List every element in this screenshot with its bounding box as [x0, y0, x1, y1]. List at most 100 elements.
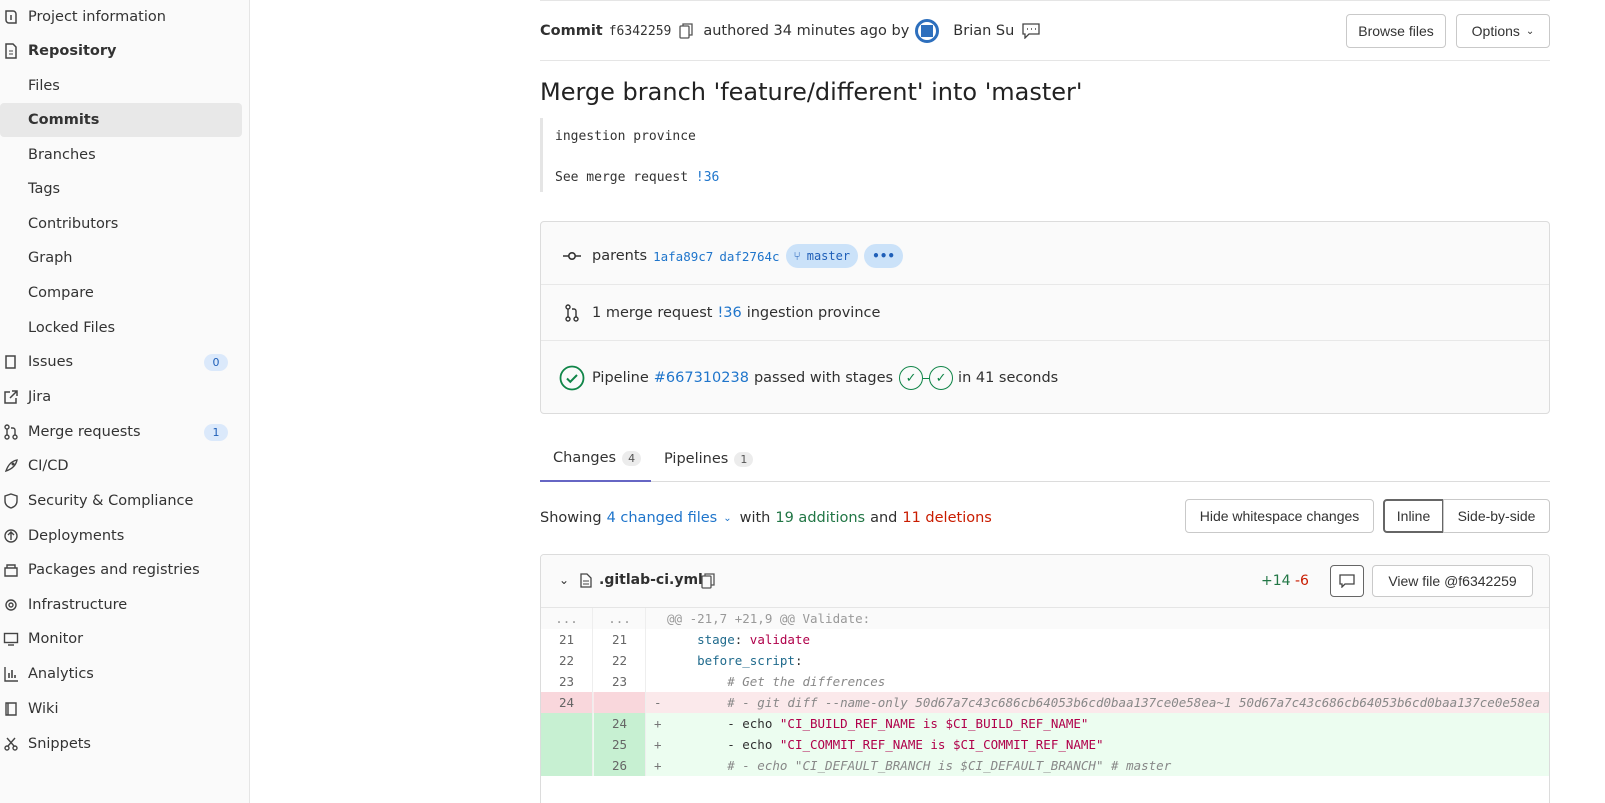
sidebar-item-analytics[interactable]: Analytics — [0, 657, 242, 691]
sidebar-item-compare[interactable]: Compare — [0, 276, 242, 310]
sidebar-item-monitor[interactable]: Monitor — [0, 622, 242, 656]
new-line-number[interactable]: 22 — [594, 650, 646, 671]
pipeline-link[interactable]: #667310238 — [654, 370, 749, 386]
file-name[interactable]: .gitlab-ci.yml — [599, 572, 703, 588]
old-line-number[interactable] — [541, 734, 593, 755]
sidebar-item-security-compliance[interactable]: Security & Compliance — [0, 484, 242, 518]
sidebar-item-deployments[interactable]: Deployments — [0, 519, 242, 553]
chevron-down-icon[interactable]: ⌄ — [559, 573, 569, 587]
branch-pill[interactable]: ⑂ master — [785, 244, 859, 268]
sidebar-item-label: Merge requests — [28, 424, 141, 440]
changed-files-dropdown[interactable]: 4 changed files — [607, 510, 718, 526]
parent-sha-link[interactable]: daf2764c — [719, 249, 779, 264]
side-by-side-button[interactable]: Side-by-side — [1443, 499, 1550, 533]
sidebar-item-snippets[interactable]: Snippets — [0, 727, 242, 761]
shield-icon — [2, 492, 20, 510]
sidebar-item-graph[interactable]: Graph — [0, 241, 242, 275]
chevron-down-icon: ⌄ — [1525, 25, 1535, 37]
hide-whitespace-button[interactable]: Hide whitespace changes — [1185, 499, 1374, 533]
copy-file-path-icon[interactable] — [701, 573, 715, 593]
sidebar-item-locked-files[interactable]: Locked Files — [0, 311, 242, 345]
book-icon — [2, 700, 20, 718]
authored-text: authored 34 minutes ago by — [703, 23, 910, 39]
sidebar-item-infrastructure[interactable]: Infrastructure — [0, 588, 242, 622]
additions-count: 19 additions — [775, 510, 866, 526]
file-icon — [580, 573, 592, 592]
commit-title: Merge branch 'feature/different' into 'm… — [540, 78, 1083, 106]
old-line-number[interactable]: 21 — [541, 629, 593, 650]
sidebar-item-label: Project information — [28, 9, 166, 25]
view-file-button[interactable]: View file @f6342259 — [1372, 565, 1533, 597]
scissors-icon — [2, 735, 20, 753]
sidebar-item-wiki[interactable]: Wiki — [0, 692, 242, 726]
sidebar-item-label: Security & Compliance — [28, 493, 194, 509]
sidebar-item-label: Compare — [28, 285, 94, 301]
comment-button[interactable] — [1330, 565, 1364, 597]
diff-marker: - — [654, 695, 662, 710]
sidebar-item-label: Branches — [28, 147, 96, 163]
issues-count-badge: 0 — [204, 353, 228, 371]
new-line-number[interactable]: 21 — [594, 629, 646, 650]
sidebar-item-merge-requests[interactable]: Merge requests 1 — [0, 415, 242, 449]
cloud-gear-icon — [2, 596, 20, 614]
sidebar-item-label: Repository — [28, 43, 117, 59]
stage-success-icon[interactable]: ✓ — [899, 366, 924, 390]
copy-sha-icon[interactable] — [679, 23, 694, 39]
commit-description-line: See merge request !36 — [555, 170, 719, 185]
sidebar-item-label: Locked Files — [28, 320, 116, 336]
more-branches-button[interactable]: ••• — [864, 244, 904, 268]
diff-line: 21 21 stage: validate — [541, 629, 1549, 650]
commit-tabs: Changes 4 Pipelines 1 — [540, 436, 1550, 482]
old-line-number[interactable]: 22 — [541, 650, 593, 671]
inline-view-button[interactable]: Inline — [1383, 499, 1444, 533]
avatar[interactable] — [915, 19, 940, 43]
pipeline-status-success-icon[interactable] — [558, 364, 586, 392]
sidebar-item-packages-registries[interactable]: Packages and registries — [0, 553, 242, 587]
diff-marker: + — [654, 758, 662, 773]
commit-page: Commit f6342259 authored 34 minutes ago … — [540, 0, 1550, 803]
comment-icon[interactable] — [1022, 23, 1040, 39]
sidebar-item-commits[interactable]: Commits — [0, 103, 242, 137]
stage-success-icon[interactable]: ✓ — [929, 366, 954, 390]
diff-line: 22 22 before_script: — [541, 650, 1549, 671]
new-line-number[interactable]: 26 — [594, 755, 646, 776]
new-line-number[interactable] — [594, 692, 646, 713]
parent-sha-link[interactable]: 1afa89c7 — [653, 249, 713, 264]
chevron-down-icon[interactable]: ⌄ — [723, 513, 731, 524]
sidebar-item-label: Monitor — [28, 631, 84, 647]
sidebar-item-branches[interactable]: Branches — [0, 138, 242, 172]
sidebar-item-tags[interactable]: Tags — [0, 172, 242, 206]
file-diff: ⌄ .gitlab-ci.yml +14 -6 View file @f6342… — [540, 554, 1550, 803]
merge-request-link[interactable]: !36 — [696, 170, 719, 185]
sidebar-item-contributors[interactable]: Contributors — [0, 207, 242, 241]
new-line-number[interactable]: 25 — [594, 734, 646, 755]
tab-pipelines[interactable]: Pipelines 1 — [664, 436, 754, 482]
sidebar-item-files[interactable]: Files — [0, 69, 242, 103]
old-line-number[interactable]: 24 — [541, 692, 593, 713]
diff-code: - echo "CI_COMMIT_REF_NAME is $CI_COMMIT… — [667, 737, 1104, 752]
old-line-number[interactable]: 23 — [541, 671, 593, 692]
diff-summary: Showing 4 changed files ⌄ with 19 additi… — [540, 508, 992, 528]
summary-text: with — [739, 510, 771, 526]
diff-code: before_script: — [667, 653, 803, 668]
merge-request-link[interactable]: !36 — [717, 305, 741, 321]
diff-code: @@ -21,7 +21,9 @@ Validate: — [667, 611, 871, 626]
sidebar-item-jira[interactable]: Jira — [0, 380, 242, 414]
sidebar-item-cicd[interactable]: CI/CD — [0, 449, 242, 483]
browse-files-button[interactable]: Browse files — [1346, 14, 1446, 48]
tab-count-badge: 4 — [622, 450, 642, 466]
author-name[interactable]: Brian Su — [953, 23, 1014, 39]
sidebar-item-label: Graph — [28, 250, 73, 266]
old-line-number[interactable]: ... — [541, 608, 593, 629]
old-line-number[interactable] — [541, 755, 593, 776]
monitor-icon — [2, 630, 20, 648]
new-line-number[interactable]: 23 — [594, 671, 646, 692]
new-line-number[interactable]: ... — [594, 608, 646, 629]
tab-changes[interactable]: Changes 4 — [540, 436, 651, 482]
old-line-number[interactable] — [541, 713, 593, 734]
sidebar-item-repository[interactable]: Repository — [0, 34, 242, 68]
sidebar-item-issues[interactable]: Issues 0 — [0, 345, 242, 379]
sidebar-item-project-information[interactable]: Project information — [0, 0, 242, 34]
new-line-number[interactable]: 24 — [594, 713, 646, 734]
options-dropdown[interactable]: Options ⌄ — [1456, 14, 1550, 48]
